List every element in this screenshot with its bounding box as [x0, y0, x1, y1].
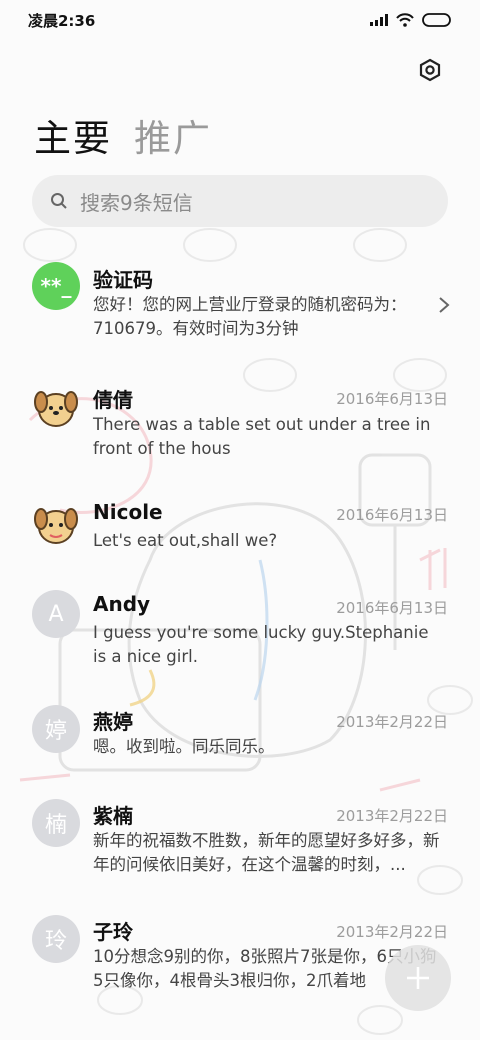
- avatar: A: [32, 590, 80, 638]
- contact-name: 倩倩: [93, 388, 133, 412]
- signal-icon: [370, 14, 388, 26]
- compose-button[interactable]: [385, 945, 451, 1011]
- message-date: 2016年6月13日: [336, 506, 448, 524]
- search-placeholder: 搜索9条短信: [80, 190, 193, 215]
- conversation-item[interactable]: **_ 验证码 您好！您的网上营业厅登录的随机密码为：710679。有效时间为3…: [0, 250, 480, 355]
- status-icons: [370, 13, 452, 27]
- avatar: 楠: [32, 799, 80, 847]
- avatar: [32, 499, 80, 547]
- message-date: 2016年6月13日: [336, 390, 448, 408]
- message-snippet: I guess you're some lucky guy.Stephanie …: [93, 623, 429, 666]
- search-bar[interactable]: 搜索9条短信: [32, 175, 448, 227]
- contact-name: 验证码: [93, 268, 153, 292]
- settings-button[interactable]: [414, 54, 446, 86]
- contact-name: Andy: [93, 592, 151, 616]
- conversation-item[interactable]: 楠 紫楠 2013年2月22日 新年的祝福数不胜数，新年的愿望好多好多，新年的问…: [0, 793, 480, 898]
- conversation-item[interactable]: 倩倩 2016年6月13日 There was a table set out …: [0, 370, 480, 475]
- message-date: 2013年2月22日: [336, 807, 448, 825]
- message-snippet: 新年的祝福数不胜数，新年的愿望好多好多，新年的问候依旧美好，在这个温馨的时刻，.…: [93, 831, 440, 874]
- conversation-item[interactable]: A Andy 2016年6月13日 I guess you're some lu…: [0, 580, 480, 685]
- wifi-icon: [396, 13, 414, 27]
- chevron-right-icon: [439, 297, 450, 313]
- message-snippet: Let's eat out,shall we?: [93, 531, 278, 550]
- message-date: 2013年2月22日: [336, 923, 448, 941]
- puppy-avatar-icon: [34, 391, 78, 427]
- search-icon: [51, 193, 67, 209]
- status-bar: 凌晨2:36: [0, 0, 480, 40]
- contact-name: Nicole: [93, 500, 163, 524]
- message-snippet: 嗯。收到啦。同乐同乐。: [93, 737, 275, 756]
- contact-name: 紫楠: [93, 804, 133, 828]
- message-snippet: 您好！您的网上营业厅登录的随机密码为：710679。有效时间为3分钟: [93, 295, 407, 338]
- avatar: [32, 382, 80, 430]
- contact-name: 燕婷: [93, 710, 133, 734]
- settings-icon: [419, 58, 441, 82]
- avatar: 婷: [32, 705, 80, 753]
- avatar: 玲: [32, 915, 80, 963]
- conversation-item[interactable]: Nicole 2016年6月13日 Let's eat out,shall we…: [0, 487, 480, 567]
- message-date: 2013年2月22日: [336, 713, 448, 731]
- avatar: **_: [32, 262, 80, 310]
- battery-icon: [422, 13, 451, 27]
- message-tabs: 主要 推广: [34, 108, 212, 162]
- message-date: 2016年6月13日: [336, 599, 448, 617]
- contact-name: 子玲: [93, 920, 133, 944]
- conversation-item[interactable]: 婷 燕婷 2013年2月22日 嗯。收到啦。同乐同乐。: [0, 698, 480, 778]
- tab-promotions[interactable]: 推广: [134, 108, 212, 162]
- status-time: 凌晨2:36: [28, 11, 96, 30]
- plus-icon: [407, 967, 429, 989]
- tab-main[interactable]: 主要: [34, 108, 112, 162]
- message-snippet: There was a table set out under a tree i…: [93, 415, 431, 458]
- puppy-avatar-icon: [34, 508, 78, 544]
